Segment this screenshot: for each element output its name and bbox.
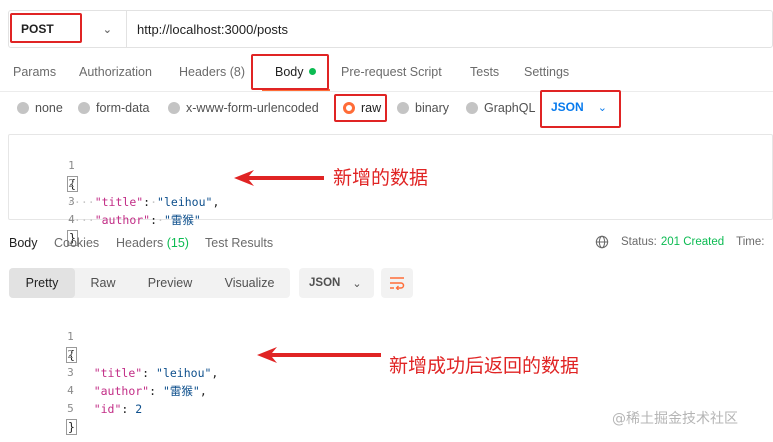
active-tab-indicator (262, 89, 330, 91)
response-tab-body[interactable]: Body (9, 236, 38, 250)
status-label: Status: (621, 236, 657, 248)
radio-label: form-data (96, 101, 150, 115)
code-text: ····"title":·"leihou", (67, 195, 220, 209)
chevron-down-icon: ⌄ (597, 101, 607, 114)
response-format-select[interactable]: JSON ⌄ (299, 268, 374, 298)
view-pretty[interactable]: Pretty (9, 268, 75, 298)
line-number: 1 (67, 330, 74, 343)
code-line: 4 "id": 2 (8, 364, 142, 416)
body-type-options: none form-data x-www-form-urlencoded raw… (0, 96, 773, 122)
radio-icon (168, 102, 180, 114)
chevron-down-icon: ⌄ (352, 277, 362, 290)
tab-body-label: Body (275, 65, 304, 79)
method-select[interactable]: POST ⌄ (9, 11, 127, 47)
request-tabs: Params Authorization Headers (8) Body Pr… (0, 60, 773, 92)
status-value: 201 Created (660, 236, 725, 248)
code-line: 1 { (9, 139, 78, 192)
view-preview[interactable]: Preview (131, 268, 209, 298)
headers-count-badge: (15) (166, 236, 189, 250)
tab-settings[interactable]: Settings (524, 65, 569, 79)
radio-icon (466, 102, 478, 114)
line-number: 5 (67, 402, 74, 415)
radio-none[interactable]: none (17, 101, 63, 115)
code-line: 1 { (8, 310, 77, 363)
radio-icon (78, 102, 90, 114)
code-line: 3 "author": "雷猴", (8, 346, 207, 398)
annotation-arrow-request (234, 170, 324, 186)
code-text: "title": "leihou", (93, 366, 219, 380)
line-number: 4 (67, 384, 74, 397)
tab-headers[interactable]: Headers (8) (179, 65, 245, 79)
line-number: 1 (68, 159, 75, 172)
globe-icon[interactable] (595, 235, 609, 249)
radio-raw[interactable]: raw (343, 101, 381, 115)
watermark: @稀土掘金技术社区 (612, 411, 738, 427)
radio-label: GraphQL (484, 101, 536, 115)
url-input[interactable]: http://localhost:3000/posts (127, 22, 288, 37)
annotation-request-note: 新增的数据 (333, 167, 429, 189)
code-text: "id": 2 (93, 402, 143, 416)
response-tab-test-results[interactable]: Test Results (205, 236, 273, 250)
view-visualize[interactable]: Visualize (209, 268, 290, 298)
tab-pre-request-script[interactable]: Pre-request Script (341, 65, 442, 79)
response-tab-cookies[interactable]: Cookies (54, 236, 99, 250)
response-status: Status: 201 Created Time: (595, 235, 764, 249)
radio-graphql[interactable]: GraphQL (466, 101, 535, 115)
line-number: 4 (68, 213, 75, 226)
time-label: Time: (736, 236, 765, 248)
line-number: 2 (68, 177, 75, 190)
wrap-lines-button[interactable] (381, 268, 413, 298)
radio-label: binary (415, 101, 450, 115)
annotation-response-note: 新增成功后返回的数据 (389, 355, 580, 377)
radio-selected-icon (343, 102, 355, 114)
code-text: "author": "雷猴", (93, 384, 207, 398)
code-line: 4 } (9, 193, 78, 246)
tab-params[interactable]: Params (13, 65, 56, 79)
body-format-label: JSON (551, 100, 584, 114)
tab-authorization[interactable]: Authorization (79, 65, 152, 79)
code-text: ····"author":·"雷猴" (67, 213, 201, 227)
radio-icon (17, 102, 29, 114)
wrap-lines-icon (390, 277, 405, 290)
line-number: 3 (68, 195, 75, 208)
radio-form-data[interactable]: form-data (78, 101, 150, 115)
radio-label: none (35, 101, 63, 115)
tab-body[interactable]: Body (275, 65, 316, 79)
method-label: POST (21, 22, 54, 36)
annotation-arrow-response (257, 347, 381, 363)
url-bar: POST ⌄ http://localhost:3000/posts (8, 10, 773, 48)
code-line: 3 ····"author":·"雷猴" (9, 175, 201, 227)
radio-label: raw (361, 101, 382, 115)
code-line: 2 "title": "leihou", (8, 328, 218, 380)
code-text: } (66, 419, 77, 435)
body-format-select[interactable]: JSON ⌄ (551, 100, 607, 114)
modified-dot-icon (308, 68, 316, 76)
response-view-segment: Pretty Raw Preview Visualize (9, 268, 290, 298)
view-raw[interactable]: Raw (75, 268, 131, 298)
chevron-down-icon: ⌄ (102, 23, 112, 36)
response-tab-headers[interactable]: Headers (15) (116, 236, 189, 250)
radio-icon (397, 102, 409, 114)
line-number: 2 (67, 348, 74, 361)
radio-x-www-form-urlencoded[interactable]: x-www-form-urlencoded (168, 101, 319, 115)
radio-label: x-www-form-urlencoded (186, 101, 319, 115)
response-format-label: JSON (309, 277, 341, 289)
tab-tests[interactable]: Tests (470, 65, 499, 79)
code-line: 5 } (8, 382, 77, 435)
response-tabs: Body Cookies Headers (15) Test Results S… (0, 232, 773, 256)
line-number: 3 (67, 366, 74, 379)
code-line: 2 ····"title":·"leihou", (9, 157, 219, 209)
radio-binary[interactable]: binary (397, 101, 449, 115)
